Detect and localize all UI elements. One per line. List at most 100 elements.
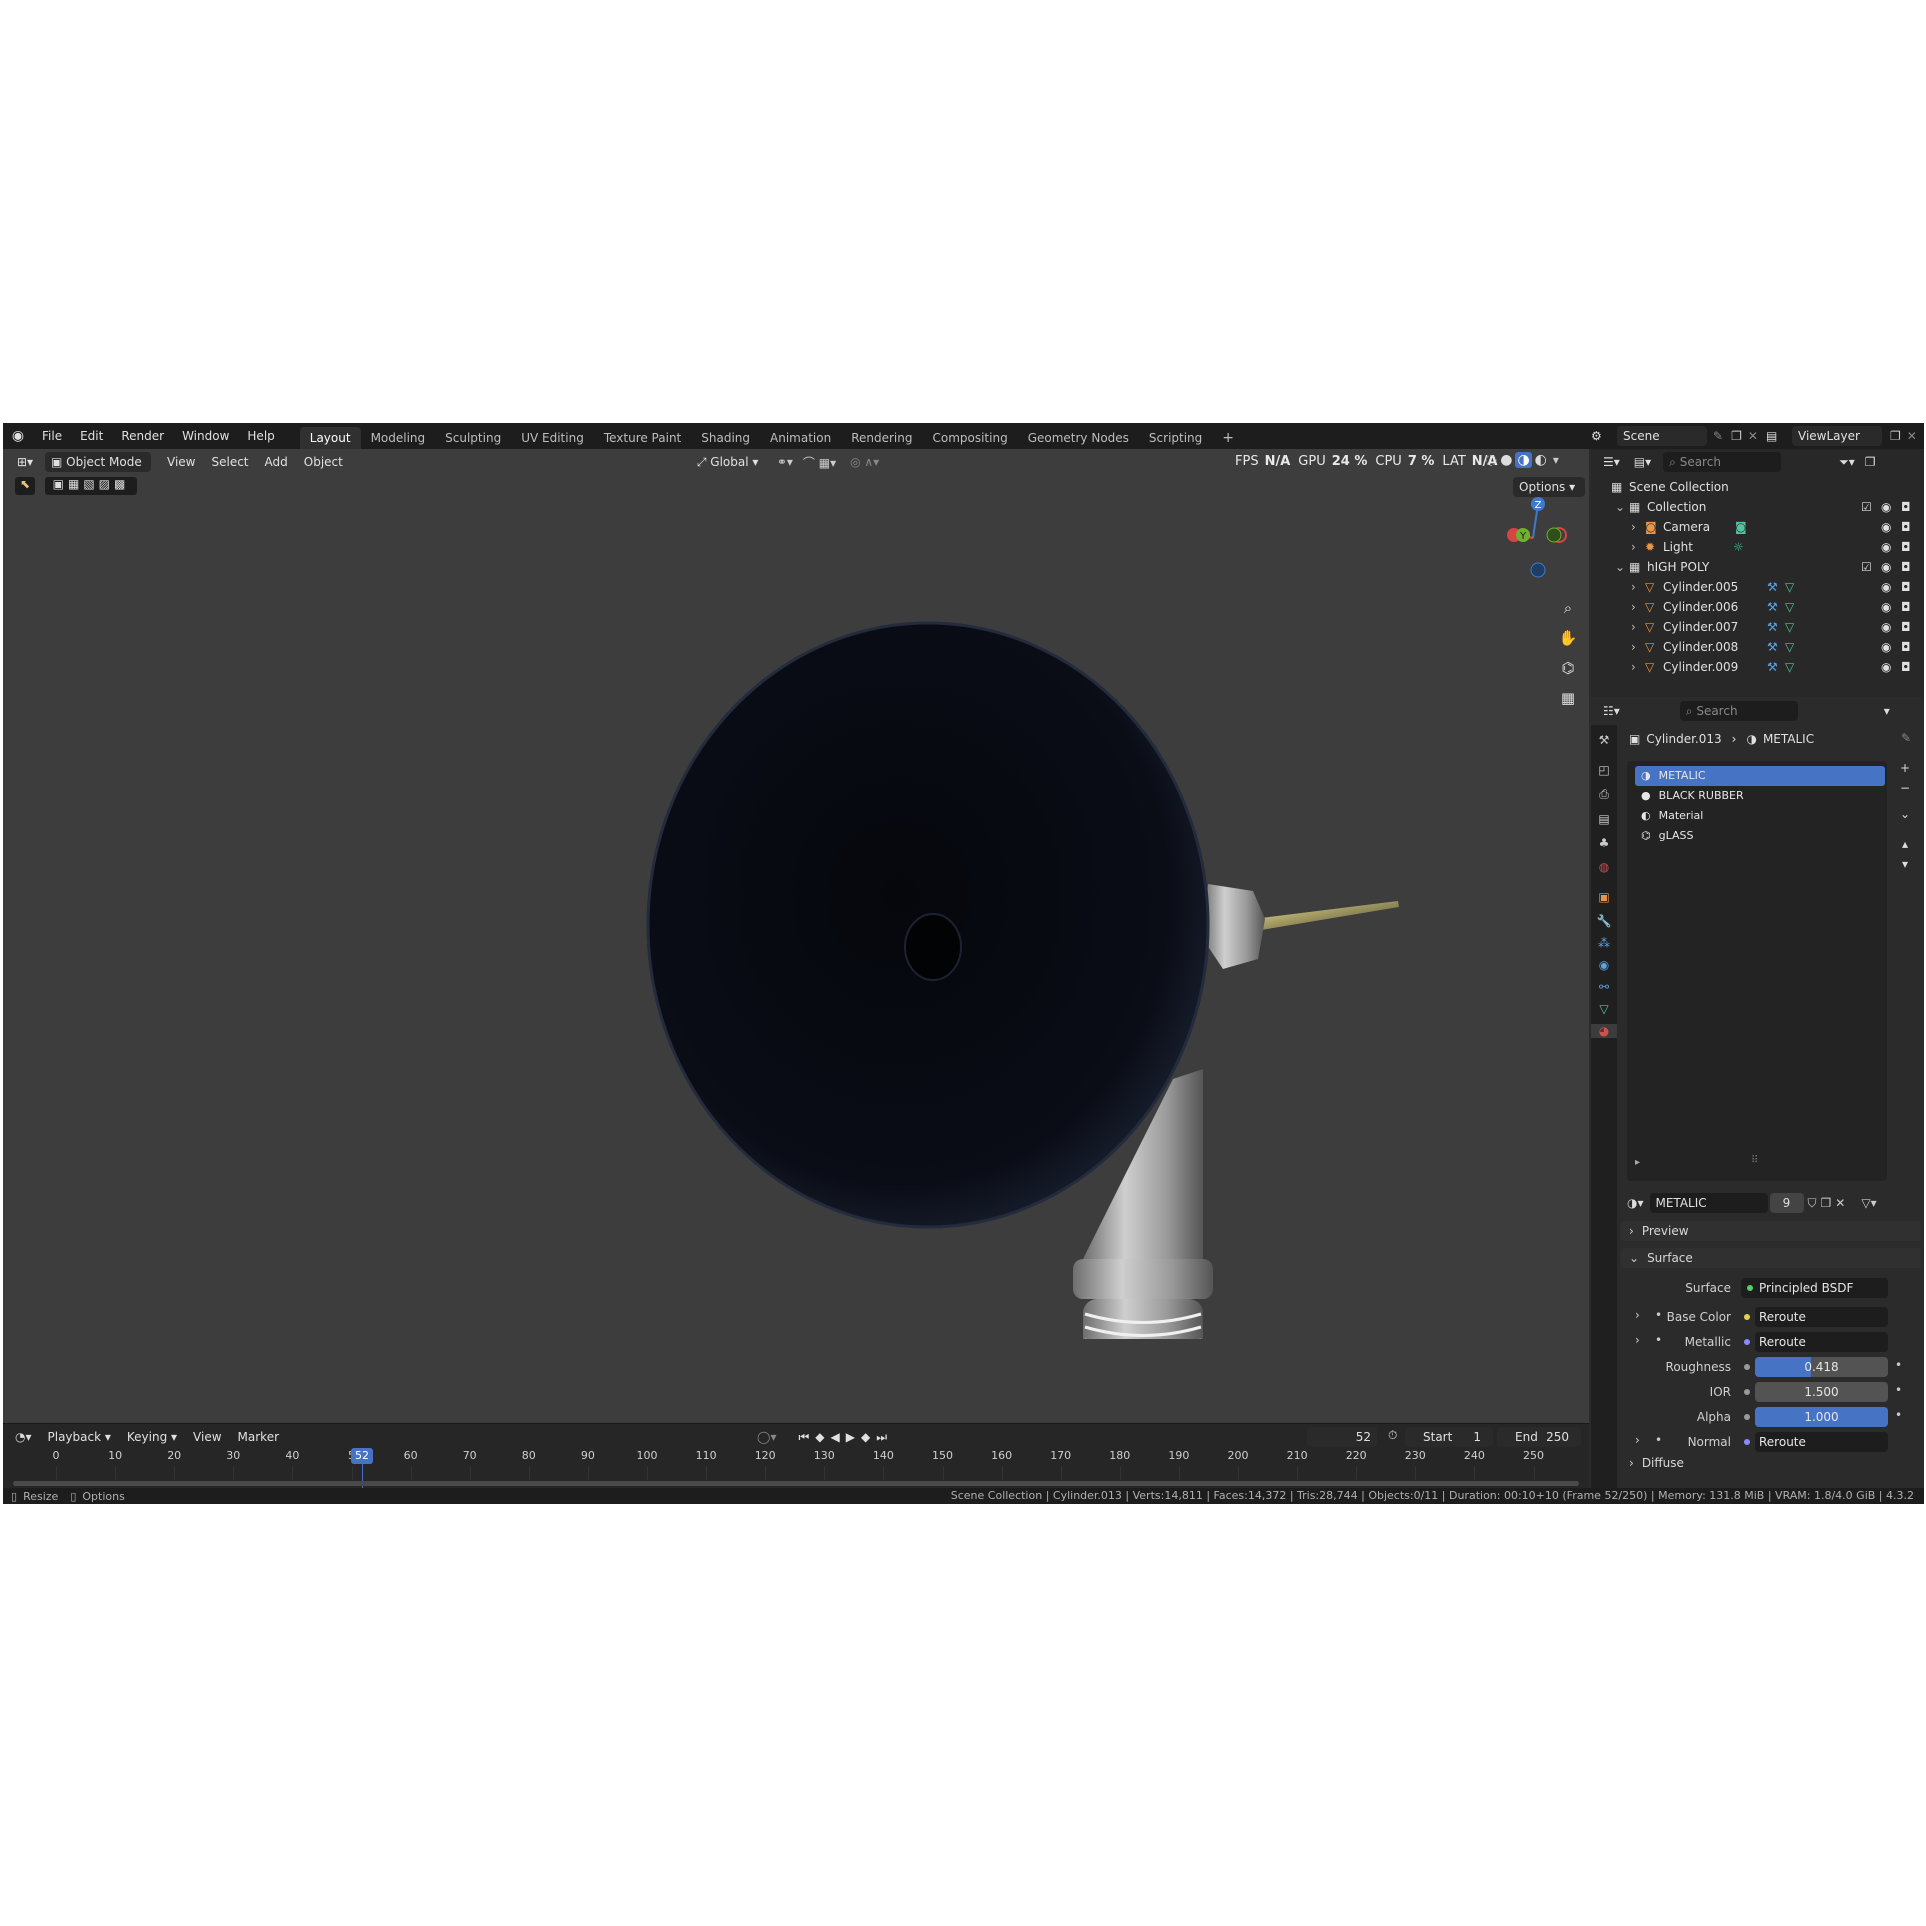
outliner-search-input[interactable]: ⌕ Search [1663, 452, 1782, 472]
expand-icon[interactable]: › [1631, 517, 1636, 537]
list-expand-icon[interactable]: ▸ [1635, 1157, 1640, 1168]
editor-type-button[interactable]: ⊞▾ [11, 452, 39, 472]
socket-dot-icon[interactable] [1744, 1414, 1750, 1420]
properties-search-input[interactable]: ⌕ Search [1679, 701, 1798, 721]
tab-modeling[interactable]: Modeling [361, 427, 436, 449]
outliner-row[interactable]: › ▽ Cylinder.008 ⚒ ▽ ◉ ◘ [1591, 637, 1924, 657]
perspective-grid-icon[interactable]: ▦ [1556, 689, 1580, 719]
socket-value-field[interactable]: 0.418 [1755, 1357, 1888, 1377]
visibility-eye-icon[interactable]: ◉ [1881, 617, 1891, 637]
new-viewlayer-icon[interactable]: ❐ [1890, 429, 1901, 443]
tool-tab-icon[interactable]: ⚒ [1591, 733, 1617, 747]
material-shading-icon[interactable]: ◑ [1515, 452, 1532, 468]
socket-value-field[interactable]: Reroute [1755, 1332, 1888, 1352]
wireframe-shading-icon[interactable]: ◌ [1485, 452, 1497, 468]
world-tab-icon[interactable]: ◍ [1591, 860, 1617, 874]
socket-dot-icon[interactable] [1744, 1339, 1750, 1345]
expand-icon[interactable]: ⌄ [1615, 497, 1625, 517]
keyframe-dot-icon[interactable]: • [1895, 1408, 1902, 1422]
outliner-row[interactable]: › ▽ Cylinder.009 ⚒ ▽ ◉ ◘ [1591, 657, 1924, 677]
visibility-eye-icon[interactable]: ◉ [1881, 577, 1891, 597]
visibility-eye-icon[interactable]: ◉ [1881, 557, 1891, 577]
socket-expand-icon[interactable]: › [1635, 1333, 1640, 1347]
solid-shading-icon[interactable]: ● [1500, 452, 1512, 468]
render-camera-icon[interactable]: ◘ [1901, 497, 1911, 517]
add-workspace-button[interactable]: + [1212, 427, 1244, 449]
viewport-menu-add[interactable]: Add [257, 452, 296, 472]
render-camera-icon[interactable]: ◘ [1901, 617, 1911, 637]
visibility-eye-icon[interactable]: ◉ [1881, 497, 1891, 517]
visibility-eye-icon[interactable]: ◉ [1881, 597, 1891, 617]
display-mode-icon[interactable]: ▤▾ [1634, 455, 1651, 469]
pin-icon[interactable]: ✎ [1713, 429, 1723, 443]
view-layer-tab-icon[interactable]: ▤ [1591, 812, 1617, 826]
render-camera-icon[interactable]: ◘ [1901, 577, 1911, 597]
viewport-menu-view[interactable]: View [159, 452, 203, 472]
data-tab-icon[interactable]: ▽ [1591, 1002, 1617, 1016]
keyframe-dot-icon[interactable]: • [1895, 1383, 1902, 1397]
user-count-field[interactable]: 9 [1769, 1193, 1804, 1213]
move-up-icon[interactable]: ▴ [1895, 837, 1915, 857]
duplicate-material-icon[interactable]: ❐ [1821, 1196, 1832, 1210]
scene-name-field[interactable]: Scene [1617, 426, 1707, 446]
expand-icon[interactable]: › [1631, 637, 1636, 657]
modifier-tab-icon[interactable]: 🔧 [1591, 914, 1617, 928]
playhead-badge[interactable]: 52 [351, 1448, 373, 1464]
outliner-row[interactable]: › ▽ Cylinder.006 ⚒ ▽ ◉ ◘ [1591, 597, 1924, 617]
proportional-edit-icon[interactable]: ◎ ∧▾ [850, 455, 879, 469]
delete-scene-icon[interactable]: ✕ [1748, 429, 1758, 443]
visibility-eye-icon[interactable]: ◉ [1881, 537, 1891, 557]
gizmo-neg-z-icon[interactable] [1530, 562, 1546, 578]
diffuse-panel-header[interactable]: › Diffuse [1621, 1453, 1921, 1473]
new-scene-icon[interactable]: ❐ [1731, 429, 1742, 443]
material-tab-icon[interactable]: ◕ [1591, 1024, 1617, 1038]
tab-texture-paint[interactable]: Texture Paint [594, 427, 691, 449]
material-slot[interactable]: ● BLACK RUBBER [1635, 786, 1885, 806]
outliner-row-scene-collection[interactable]: ▦ Scene Collection [1591, 477, 1924, 497]
snap-icon[interactable]: ⌒ ▦▾ [803, 454, 836, 471]
expand-icon[interactable]: › [1631, 577, 1636, 597]
socket-dot-icon[interactable] [1744, 1314, 1750, 1320]
outliner-row[interactable]: ⌄ ▦ Collection ☑ ◉ ◘ [1591, 497, 1924, 517]
tab-shading[interactable]: Shading [691, 427, 760, 449]
exclude-checkbox-icon[interactable]: ☑ [1861, 497, 1872, 517]
viewport-menu-select[interactable]: Select [203, 452, 256, 472]
pan-hand-icon[interactable]: ✋ [1556, 629, 1580, 659]
outliner-row[interactable]: › ▽ Cylinder.007 ⚒ ▽ ◉ ◘ [1591, 617, 1924, 637]
pin-properties-icon[interactable]: ✎ [1901, 731, 1911, 745]
expand-icon[interactable]: › [1631, 657, 1636, 677]
menu-window[interactable]: Window [173, 425, 238, 447]
properties-editor-type-icon[interactable]: ☷▾ [1603, 704, 1620, 718]
outliner-editor-type-icon[interactable]: ☰▾ [1603, 455, 1620, 469]
filter-icon[interactable]: ⏷▾ [1839, 455, 1855, 470]
unlink-material-icon[interactable]: ✕ [1835, 1196, 1845, 1210]
object-tab-icon[interactable]: ▣ [1591, 890, 1617, 904]
visibility-eye-icon[interactable]: ◉ [1881, 517, 1891, 537]
shading-options-icon[interactable]: ▾ [1553, 453, 1559, 467]
tab-geometry-nodes[interactable]: Geometry Nodes [1018, 427, 1139, 449]
socket-dot-icon[interactable] [1744, 1439, 1750, 1445]
tab-sculpting[interactable]: Sculpting [435, 427, 511, 449]
camera-view-icon[interactable]: ⌬ [1556, 659, 1580, 689]
gizmo-neg-y-icon[interactable] [1546, 527, 1562, 543]
render-camera-icon[interactable]: ◘ [1901, 637, 1911, 657]
constraints-tab-icon[interactable]: ⚯ [1591, 980, 1617, 994]
scene-tab-icon[interactable]: ♣ [1591, 836, 1617, 850]
visibility-eye-icon[interactable]: ◉ [1881, 637, 1891, 657]
visibility-eye-icon[interactable]: ◉ [1881, 657, 1891, 677]
particles-tab-icon[interactable]: ⁂ [1591, 936, 1617, 950]
timeline-scrollbar[interactable] [13, 1481, 1579, 1486]
pivot-icon[interactable]: ⚭▾ [777, 455, 793, 469]
tab-compositing[interactable]: Compositing [922, 427, 1017, 449]
tab-layout[interactable]: Layout [299, 427, 361, 449]
physics-tab-icon[interactable]: ◉ [1591, 958, 1617, 972]
rendered-shading-icon[interactable]: ◐ [1535, 452, 1547, 468]
link-type-icon[interactable]: ▽▾ [1861, 1196, 1876, 1210]
outliner-row[interactable]: ⌄ ▦ hIGH POLY ☑ ◉ ◘ [1591, 557, 1924, 577]
material-name-field[interactable]: METALIC [1649, 1193, 1768, 1213]
add-slot-icon[interactable]: + [1895, 761, 1915, 781]
select-cursor-icon[interactable]: ⬉ [15, 477, 35, 495]
menu-help[interactable]: Help [238, 425, 283, 447]
surface-shader-field[interactable]: Principled BSDF [1741, 1278, 1888, 1298]
zoom-icon[interactable]: ⌕ [1556, 599, 1580, 629]
